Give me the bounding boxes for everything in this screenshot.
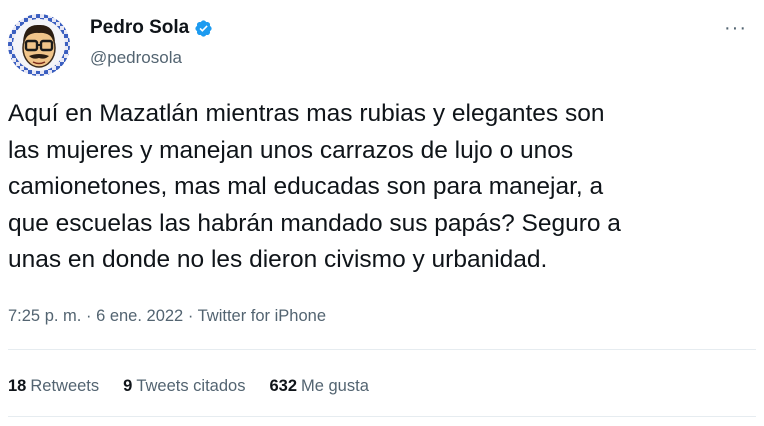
tweet-stats: 18 Retweets 9 Tweets citados 632 Me gusta [8, 376, 369, 396]
tweet-card: Pedro Sola @pedrosola ··· Aquí en Mazatl… [0, 0, 764, 426]
avatar-illustration [8, 14, 70, 76]
display-name-text: Pedro Sola [90, 17, 190, 38]
user-handle[interactable]: @pedrosola [90, 48, 182, 68]
avatar[interactable] [8, 14, 70, 76]
likes-count: 632 [269, 377, 297, 395]
retweets-count: 18 [8, 377, 27, 395]
likes-label: Me gusta [301, 377, 369, 395]
tweet-source-link[interactable]: Twitter for iPhone [198, 307, 326, 325]
quote-tweets-count: 9 [123, 377, 133, 395]
display-name[interactable]: Pedro Sola [90, 17, 213, 39]
divider [8, 349, 756, 350]
verified-badge-icon [194, 19, 213, 38]
likes-stat[interactable]: 632 Me gusta [269, 376, 368, 396]
tweet-text: Aquí en Mazatlán mientras mas rubias y e… [8, 100, 621, 273]
meta-separator: · [85, 307, 92, 325]
divider [8, 416, 756, 417]
retweets-stat[interactable]: 18 Retweets [8, 376, 99, 396]
more-options-icon[interactable]: ··· [724, 18, 747, 38]
quote-tweets-stat[interactable]: 9 Tweets citados [123, 376, 245, 396]
quote-tweets-label: Tweets citados [136, 377, 246, 395]
meta-separator: · [187, 307, 194, 325]
tweet-metadata: 7:25 p. m. · 6 ene. 2022 · Twitter for i… [8, 306, 326, 326]
tweet-date[interactable]: 6 ene. 2022 [96, 307, 183, 325]
tweet-time[interactable]: 7:25 p. m. [8, 307, 81, 325]
retweets-label: Retweets [30, 377, 100, 395]
